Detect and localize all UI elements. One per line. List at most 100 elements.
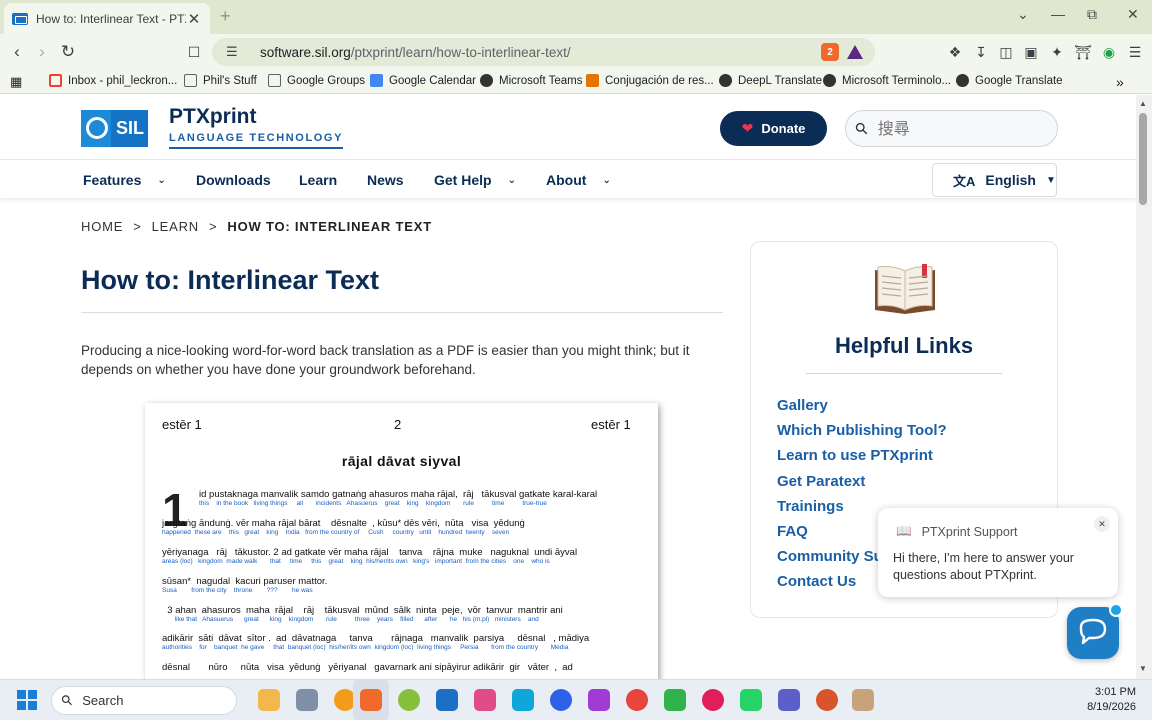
brand-subtitle: LANGUAGE TECHNOLOGY	[169, 132, 344, 149]
brave-browser-icon[interactable]	[360, 689, 382, 711]
chat-message: Hi there, I'm here to answer your questi…	[893, 551, 1074, 582]
file-explorer-icon[interactable]	[258, 689, 280, 711]
interlinear-line: dēsnal nūro nūta visa yēdunġ yēriyanal g…	[162, 662, 573, 673]
figure-header-center: 2	[394, 417, 402, 432]
search-icon: ⚲	[57, 690, 77, 710]
site-search[interactable]: ⚲	[845, 110, 1058, 147]
wallet-icon[interactable]: ▣	[1022, 43, 1040, 61]
app-multicolor-icon[interactable]	[474, 689, 496, 711]
folder-icon	[268, 74, 281, 87]
bookmark-icon[interactable]: ☐	[183, 41, 205, 63]
download-icon[interactable]: ↧	[972, 43, 990, 61]
system-clock[interactable]: 3:01 PM 8/19/2026	[1087, 685, 1136, 715]
source-text: sūsan* nagudal kacuri paruser mattor.	[162, 576, 328, 587]
bookmark-phils-stuff[interactable]: Phil's Stuff	[184, 74, 257, 87]
whatsapp-icon[interactable]	[740, 689, 762, 711]
bookmark-deepl[interactable]: DeepL Translate	[719, 74, 822, 87]
brave-shield-icon[interactable]: 2	[821, 43, 839, 61]
heart-icon: ❤	[741, 120, 754, 136]
link-get-paratext[interactable]: Get Paratext	[777, 473, 947, 498]
nav-item-features[interactable]: Features ⌄	[83, 172, 166, 188]
chevron-down-icon[interactable]: ⌄	[602, 175, 610, 186]
main-nav: Features ⌄ Downloads Learn News Get Help ⌄…	[0, 161, 1136, 199]
sidebar-icon[interactable]: ◫	[997, 43, 1015, 61]
nav-item-about[interactable]: About ⌄	[546, 172, 611, 188]
breadcrumb-learn[interactable]: LEARN	[152, 219, 199, 234]
tab-close-icon[interactable]: ✕	[186, 10, 202, 28]
language-label: English	[985, 172, 1036, 188]
scroll-up-icon[interactable]: ▲	[1139, 99, 1147, 108]
back-icon[interactable]: ‹	[6, 41, 28, 63]
page-scrollbar[interactable]: ▲ ▼	[1136, 95, 1152, 679]
bookmark-label: Conjugación de res...	[605, 74, 714, 87]
grammarly-icon[interactable]: ◉	[1100, 43, 1118, 61]
vpn-icon[interactable]: ⛩	[1074, 43, 1092, 61]
apps-grid-icon[interactable]: ▦	[10, 74, 22, 90]
app-blue-icon[interactable]	[436, 689, 458, 711]
app-orange-star-icon[interactable]	[816, 689, 838, 711]
source-text: adikārir sāti dāvat sītor . ad dāvatnaga…	[162, 633, 590, 644]
gloss-text: this in the book living things all incid…	[199, 500, 547, 507]
link-learn-ptxprint[interactable]: Learn to use PTXprint	[777, 447, 947, 472]
teams-icon[interactable]	[778, 689, 800, 711]
chevron-down-icon[interactable]: ⌄	[157, 175, 165, 186]
donate-button[interactable]: ❤ Donate	[720, 111, 827, 146]
app-purple-icon[interactable]	[588, 689, 610, 711]
bookmark-google-translate[interactable]: Google Translate	[956, 74, 1063, 87]
bookmark-conjugacion[interactable]: Conjugación de res...	[586, 74, 714, 87]
helpful-links-title: Helpful Links	[834, 333, 974, 358]
restore-icon[interactable]: ⧉	[1087, 6, 1097, 23]
nav-item-get-help[interactable]: Get Help ⌄	[434, 172, 516, 188]
app-green-icon[interactable]	[398, 689, 420, 711]
copilot-icon[interactable]	[296, 689, 318, 711]
minimize-icon[interactable]: —	[1051, 6, 1065, 22]
slack-icon[interactable]	[702, 689, 724, 711]
search-input[interactable]	[877, 119, 1038, 138]
tab-search-chevron-icon[interactable]: ⌄	[1017, 6, 1029, 23]
extensions-icon[interactable]: ❖	[946, 43, 964, 61]
brand-name[interactable]: PTXprint	[169, 105, 257, 129]
scroll-down-icon[interactable]: ▼	[1139, 664, 1147, 673]
taskbar-search[interactable]: ⚲ Search	[51, 686, 237, 715]
brave-rewards-icon[interactable]	[847, 45, 863, 59]
menu-icon[interactable]: ☰	[1126, 43, 1144, 61]
nav-item-learn[interactable]: Learn	[299, 172, 337, 188]
chat-launcher-button[interactable]	[1067, 603, 1123, 659]
nav-item-downloads[interactable]: Downloads	[196, 172, 271, 188]
bookmark-microsoft-terminology[interactable]: Microsoft Terminolo...	[823, 74, 951, 87]
close-window-icon[interactable]: ✕	[1127, 6, 1139, 23]
leo-ai-icon[interactable]: ✦	[1048, 43, 1066, 61]
browser-tab-active[interactable]: How to: Interlinear Text - PTXprint ✕	[4, 3, 210, 34]
nav-label: News	[367, 172, 404, 188]
chat-title: PTXprint Support	[921, 524, 1018, 539]
chat-close-icon[interactable]: ✕	[1094, 516, 1110, 532]
nav-item-news[interactable]: News	[367, 172, 404, 188]
zoom-icon[interactable]	[550, 689, 572, 711]
app-red-icon[interactable]	[626, 689, 648, 711]
gloss-text: Susa from the city throne ??? he was	[162, 587, 313, 594]
link-gallery[interactable]: Gallery	[777, 397, 947, 422]
app-green-square-icon[interactable]	[664, 689, 686, 711]
scrollbar-thumb[interactable]	[1139, 113, 1147, 205]
more-bookmarks-icon[interactable]: »	[1116, 74, 1124, 90]
reload-icon[interactable]: ↻	[57, 41, 79, 63]
bookmark-google-calendar[interactable]: Google Calendar	[370, 74, 476, 87]
bookmark-google-groups[interactable]: Google Groups	[268, 74, 365, 87]
interlinear-line: adikārir sāti dāvat sītor . ad dāvatnaga…	[162, 633, 589, 651]
book-app-icon[interactable]	[852, 689, 874, 711]
site-info-icon[interactable]: ☰	[226, 44, 246, 60]
sil-logo[interactable]: SIL	[81, 110, 148, 147]
new-tab-button[interactable]: +	[220, 6, 231, 27]
link-which-publishing-tool[interactable]: Which Publishing Tool?	[777, 422, 947, 447]
language-selector[interactable]: 文A English ▼	[932, 163, 1057, 197]
address-bar[interactable]: ☰ software.sil.org/ptxprint/learn/how-to…	[212, 38, 875, 66]
source-text: id pustaknaga manvalik samdo gatnaṅg aha…	[199, 489, 598, 500]
breadcrumb-home[interactable]: HOME	[81, 219, 123, 234]
windows-start-icon[interactable]	[17, 690, 37, 710]
bookmark-label: Google Translate	[975, 74, 1063, 87]
chevron-down-icon[interactable]: ⌄	[508, 175, 516, 186]
bookmark-microsoft-teams[interactable]: Microsoft Teams	[480, 74, 583, 87]
bookmark-gmail[interactable]: Inbox - phil_leckron...	[49, 74, 177, 87]
forward-icon[interactable]: ›	[31, 41, 53, 63]
app-cyan-icon[interactable]	[512, 689, 534, 711]
